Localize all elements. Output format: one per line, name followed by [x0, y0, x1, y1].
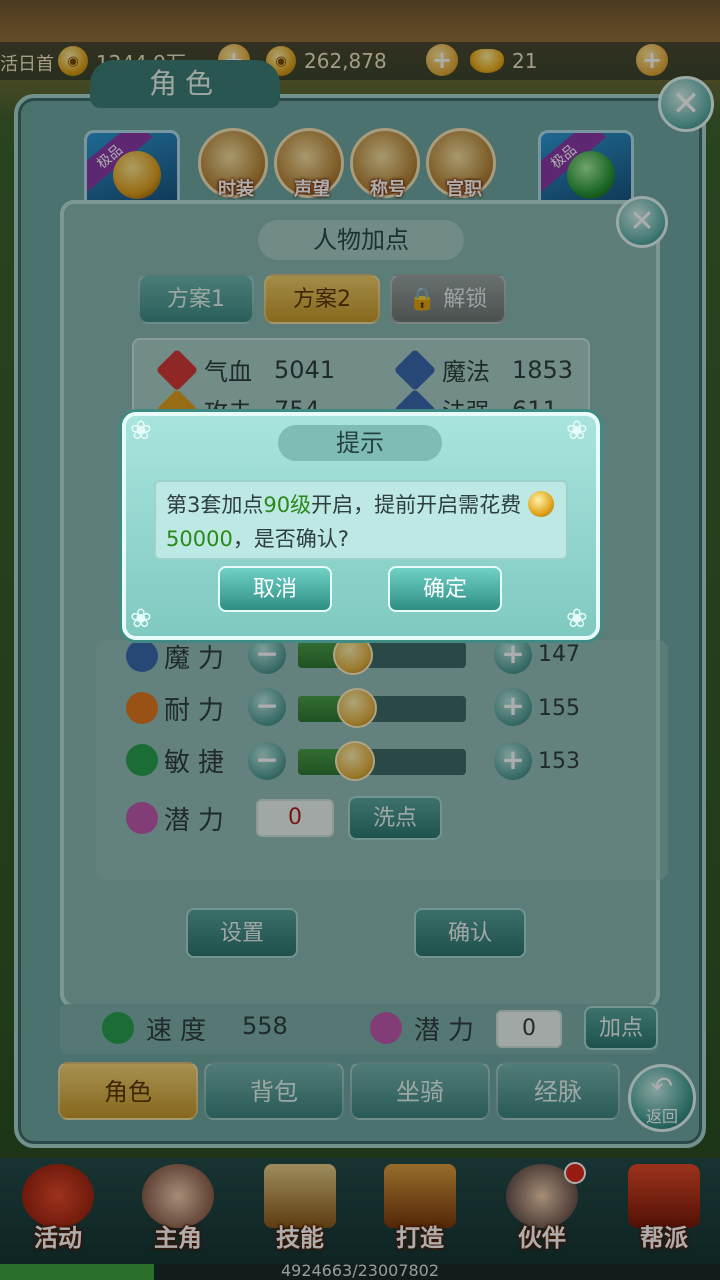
- cancel-button[interactable]: 取消: [218, 566, 332, 612]
- modal-backdrop[interactable]: [0, 0, 720, 1280]
- dialog-title: 提示: [278, 425, 442, 461]
- corner-ornament: ❀: [566, 416, 588, 446]
- ok-button[interactable]: 确定: [388, 566, 502, 612]
- corner-ornament: ❀: [130, 416, 152, 446]
- dialog-message: 第3套加点90级开启，提前开启需花费 50000，是否确认?: [154, 480, 568, 560]
- gold-coin-icon: [527, 491, 554, 517]
- corner-ornament: ❀: [566, 604, 588, 634]
- corner-ornament: ❀: [130, 604, 152, 634]
